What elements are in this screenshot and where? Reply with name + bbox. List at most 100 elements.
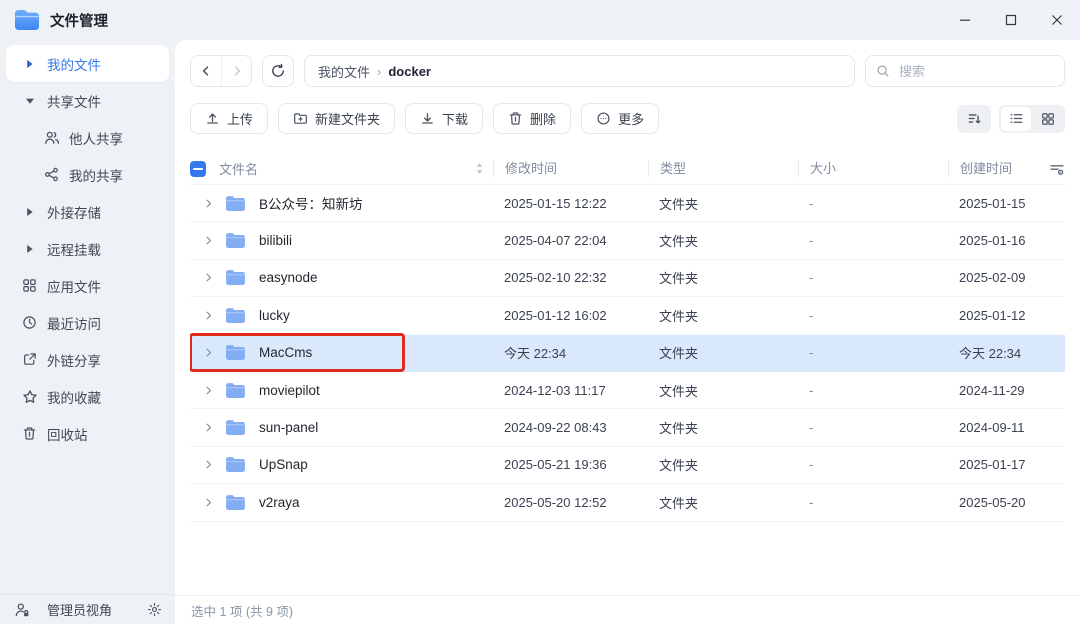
sidebar-item-external-storage[interactable]: 外接存储: [6, 193, 169, 230]
select-all-checkbox[interactable]: [190, 161, 206, 177]
expand-chevron-icon[interactable]: [203, 198, 219, 209]
file-row[interactable]: easynode 2025-02-10 22:32 文件夹 - 2025-02-…: [190, 260, 1065, 297]
selection-status-text: 选中 1 项 (共 9 项): [191, 601, 293, 620]
expand-chevron-icon[interactable]: [203, 497, 219, 508]
file-name: easynode: [259, 270, 318, 285]
download-label: 下载: [442, 109, 468, 128]
file-name-cell: moviepilot: [190, 382, 493, 399]
size-cell: -: [798, 420, 948, 435]
file-table-header: 文件名 修改时间 类型 大小 创建时间: [190, 153, 1065, 185]
type-cell: 文件夹: [648, 381, 798, 400]
new-folder-label: 新建文件夹: [315, 109, 380, 128]
file-row[interactable]: v2raya 2025-05-20 12:52 文件夹 - 2025-05-20: [190, 484, 1065, 521]
expand-chevron-icon[interactable]: [203, 385, 219, 396]
size-cell: -: [798, 233, 948, 248]
expand-chevron-icon[interactable]: [203, 235, 219, 246]
file-row[interactable]: MacCms 今天 22:34 文件夹 - 今天 22:34: [190, 335, 1065, 372]
file-row[interactable]: lucky 2025-01-12 16:02 文件夹 - 2025-01-12: [190, 297, 1065, 334]
folder-icon: [225, 456, 246, 473]
file-row[interactable]: B公众号：知新坊 2025-01-15 12:22 文件夹 - 2025-01-…: [190, 185, 1065, 222]
forward-button[interactable]: [221, 56, 251, 86]
expand-chevron-icon[interactable]: [203, 347, 219, 358]
app-title-group: 文件管理: [14, 9, 108, 31]
close-button[interactable]: [1034, 0, 1080, 40]
expand-chevron-icon[interactable]: [203, 310, 219, 321]
search-box[interactable]: [865, 55, 1065, 87]
sidebar-item-app-files[interactable]: 应用文件: [6, 267, 169, 304]
more-label: 更多: [618, 109, 644, 128]
size-cell: -: [798, 345, 948, 360]
sort-button[interactable]: [957, 105, 991, 133]
modified-time-cell: 2024-09-22 08:43: [493, 420, 648, 435]
type-cell: 文件夹: [648, 455, 798, 474]
size-cell: -: [798, 270, 948, 285]
back-button[interactable]: [191, 56, 221, 86]
sidebar-item-others-share[interactable]: 他人共享: [6, 119, 169, 156]
maximize-button[interactable]: [988, 0, 1034, 40]
download-icon: [420, 111, 435, 126]
list-view-button[interactable]: [1001, 107, 1031, 131]
created-time-cell: 2025-01-15: [948, 196, 1041, 211]
sidebar-item-favorites[interactable]: 我的收藏: [6, 378, 169, 415]
search-icon: [876, 64, 890, 78]
share-nodes-icon: [43, 166, 60, 183]
download-button[interactable]: 下载: [405, 103, 483, 134]
type-cell: 文件夹: [648, 493, 798, 512]
folder-icon: [225, 307, 246, 324]
breadcrumb-separator: ›: [377, 64, 381, 79]
sidebar-item-label: 最近访问: [47, 313, 101, 333]
file-row[interactable]: sun-panel 2024-09-22 08:43 文件夹 - 2024-09…: [190, 409, 1065, 446]
sidebar-item-recycle-bin[interactable]: 回收站: [6, 415, 169, 452]
column-header-name: 文件名: [219, 159, 258, 178]
modified-time-cell: 2025-01-15 12:22: [493, 196, 648, 211]
app-title: 文件管理: [50, 10, 108, 31]
folder-icon: [225, 419, 246, 436]
column-header-type: 类型: [648, 160, 798, 177]
grid-view-button[interactable]: [1033, 107, 1063, 131]
admin-view-label: 管理员视角: [47, 600, 112, 619]
delete-button[interactable]: 删除: [493, 103, 571, 134]
expand-chevron-icon[interactable]: [203, 459, 219, 470]
star-icon: [21, 388, 38, 405]
type-cell: 文件夹: [648, 268, 798, 287]
file-row[interactable]: moviepilot 2024-12-03 11:17 文件夹 - 2024-1…: [190, 372, 1065, 409]
people-icon: [43, 129, 60, 146]
created-time-cell: 2025-02-09: [948, 270, 1041, 285]
main-panel: 我的文件 › docker 上传 新建文件夹: [175, 40, 1080, 624]
settings-gear-icon[interactable]: [147, 602, 162, 617]
sidebar-item-link-share[interactable]: 外链分享: [6, 341, 169, 378]
refresh-button[interactable]: [262, 55, 294, 87]
sidebar-item-recent[interactable]: 最近访问: [6, 304, 169, 341]
sidebar-item-my-files[interactable]: 我的文件: [6, 45, 169, 82]
upload-button[interactable]: 上传: [190, 103, 268, 134]
sort-arrows-icon[interactable]: [475, 162, 484, 175]
created-time-cell: 2025-01-17: [948, 457, 1041, 472]
more-button[interactable]: 更多: [581, 103, 659, 134]
trash-icon: [21, 425, 38, 442]
new-folder-button[interactable]: 新建文件夹: [278, 103, 395, 134]
file-name-cell: B公众号：知新坊: [190, 193, 493, 213]
expand-chevron-icon[interactable]: [203, 272, 219, 283]
folder-icon: [225, 232, 246, 249]
breadcrumb[interactable]: 我的文件 › docker: [304, 55, 855, 87]
breadcrumb-current: docker: [388, 64, 431, 79]
file-name-cell: UpSnap: [190, 456, 493, 473]
file-row[interactable]: bilibili 2025-04-07 22:04 文件夹 - 2025-01-…: [190, 222, 1065, 259]
type-cell: 文件夹: [648, 231, 798, 250]
sidebar-item-label: 应用文件: [47, 276, 101, 296]
size-cell: -: [798, 383, 948, 398]
file-name-cell: easynode: [190, 269, 493, 286]
expand-chevron-icon[interactable]: [203, 422, 219, 433]
minimize-button[interactable]: [942, 0, 988, 40]
upload-label: 上传: [227, 109, 253, 128]
sidebar-item-my-share[interactable]: 我的共享: [6, 156, 169, 193]
file-name: bilibili: [259, 233, 292, 248]
search-input[interactable]: [897, 63, 1054, 80]
sidebar-nav: 我的文件共享文件他人共享我的共享外接存储远程挂载应用文件最近访问外链分享我的收藏…: [0, 45, 175, 594]
breadcrumb-root[interactable]: 我的文件: [318, 62, 370, 81]
sidebar-item-label: 回收站: [47, 424, 88, 444]
column-settings-icon[interactable]: [1041, 161, 1065, 177]
sidebar-item-remote-mount[interactable]: 远程挂载: [6, 230, 169, 267]
sidebar-item-shared-files[interactable]: 共享文件: [6, 82, 169, 119]
file-row[interactable]: UpSnap 2025-05-21 19:36 文件夹 - 2025-01-17: [190, 447, 1065, 484]
